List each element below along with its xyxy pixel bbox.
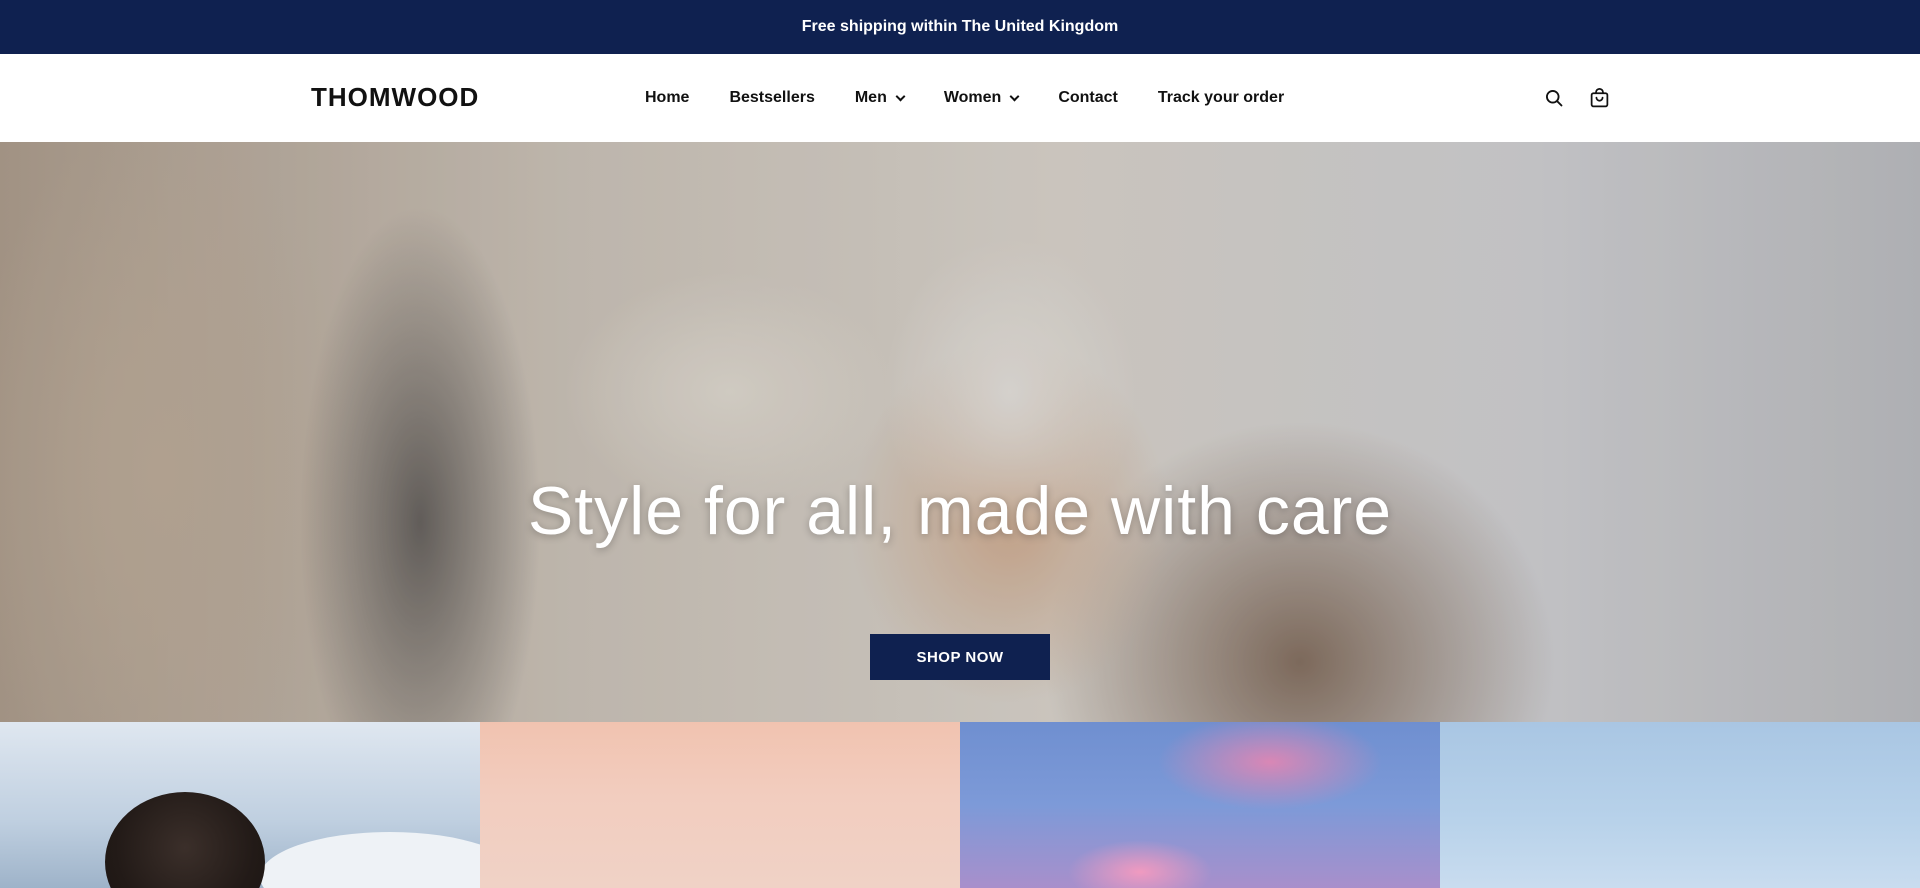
collection-tiles	[0, 722, 1920, 888]
nav-item-label: Men	[854, 89, 887, 106]
hero-title: Style for all, made with care	[527, 473, 1393, 549]
chevron-down-icon	[1009, 91, 1020, 101]
announcement-text: Free shipping within The United Kingdom	[801, 18, 1119, 35]
nav-item-label: Home	[645, 89, 690, 106]
cart-button[interactable]	[1587, 86, 1611, 110]
nav-item-label: Contact	[1058, 89, 1118, 106]
collection-tile[interactable]	[480, 722, 960, 888]
search-button[interactable]	[1542, 86, 1566, 110]
shop-now-button[interactable]: SHOP NOW	[870, 634, 1050, 680]
nav-item-label: Women	[943, 89, 1002, 106]
search-icon	[1546, 90, 1563, 107]
collection-tile[interactable]	[1440, 722, 1920, 888]
site-header: THOMWOOD Home Bestsellers Men Women Cont…	[0, 54, 1920, 142]
collection-tile[interactable]	[0, 722, 480, 888]
nav-item-men[interactable]: Men	[854, 89, 906, 107]
nav-item-bestsellers[interactable]: Bestsellers	[729, 89, 814, 107]
site-logo[interactable]: THOMWOOD	[311, 82, 479, 113]
nav-item-label: Track your order	[1157, 89, 1285, 106]
cart-icon	[1590, 87, 1608, 107]
nav-item-track-order[interactable]: Track your order	[1158, 89, 1284, 107]
main-nav: Home Bestsellers Men Women Contact Track…	[645, 54, 1324, 142]
chevron-down-icon	[895, 91, 906, 101]
header-actions	[1542, 86, 1611, 110]
nav-item-home[interactable]: Home	[645, 89, 689, 107]
nav-item-contact[interactable]: Contact	[1058, 89, 1118, 107]
announcement-bar: Free shipping within The United Kingdom	[0, 0, 1920, 54]
tile-image	[105, 792, 265, 888]
nav-item-label: Bestsellers	[729, 89, 815, 106]
tile-image	[260, 832, 480, 888]
hero-banner: Style for all, made with care SHOP NOW	[0, 142, 1920, 722]
collection-tile[interactable]	[960, 722, 1440, 888]
nav-item-women[interactable]: Women	[943, 89, 1020, 107]
